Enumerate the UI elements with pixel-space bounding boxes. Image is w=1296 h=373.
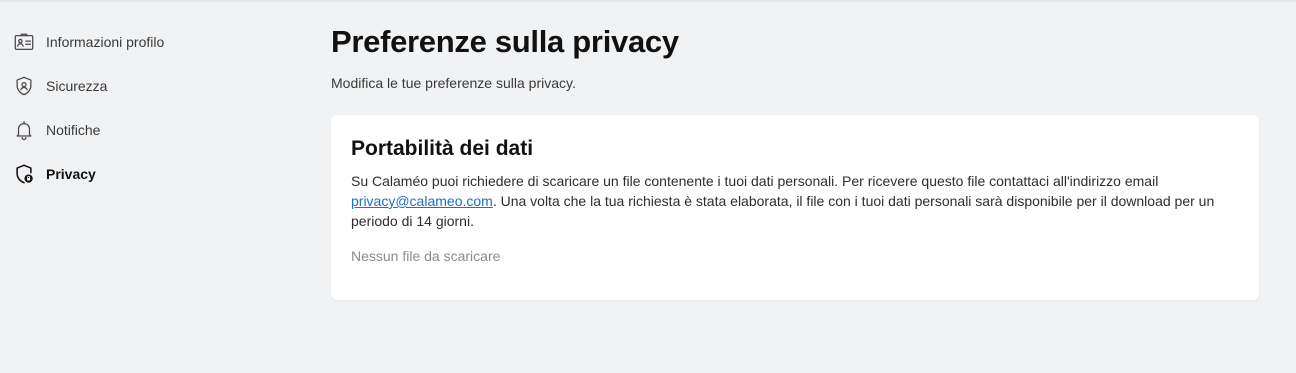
sidebar-item-notifications[interactable]: Notifiche (12, 118, 252, 142)
shield-icon (12, 74, 36, 98)
sidebar-item-label: Notifiche (46, 122, 101, 138)
card-description: Su Calaméo puoi richiedere di scaricare … (351, 171, 1239, 231)
card-title: Portabilità dei dati (351, 137, 534, 160)
sidebar-item-label: Privacy (46, 166, 96, 182)
bell-icon (12, 118, 36, 142)
sidebar-item-label: Sicurezza (46, 78, 108, 94)
id-card-icon (12, 30, 36, 54)
sidebar-item-privacy[interactable]: Privacy (12, 162, 252, 186)
sidebar-item-profile-info[interactable]: Informazioni profilo (12, 30, 252, 54)
main-content: Preferenze sulla privacy Modifica le tue… (331, 22, 1259, 300)
page-subtitle: Modifica le tue preferenze sulla privacy… (331, 75, 576, 91)
empty-state-text: Nessun file da scaricare (351, 248, 501, 264)
shield-lock-icon (12, 162, 36, 186)
page-title: Preferenze sulla privacy (331, 24, 679, 59)
description-text-before: Su Calaméo puoi richiedere di scaricare … (351, 173, 1159, 189)
settings-sidebar: Informazioni profilo Sicurezza Notifiche (12, 30, 252, 206)
top-divider (0, 0, 1296, 2)
sidebar-item-label: Informazioni profilo (46, 34, 165, 50)
privacy-email-link[interactable]: privacy@calameo.com (351, 193, 493, 209)
sidebar-item-security[interactable]: Sicurezza (12, 74, 252, 98)
data-portability-card: Portabilità dei dati Su Calaméo puoi ric… (331, 115, 1259, 300)
